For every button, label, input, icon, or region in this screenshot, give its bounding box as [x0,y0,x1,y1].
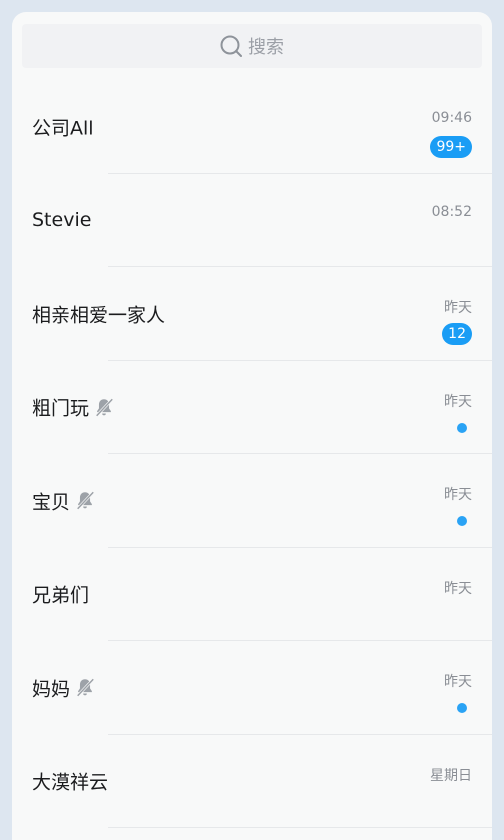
chat-row[interactable]: 宝贝 昨天 [12,454,492,548]
chat-name-text: 宝贝 [32,491,71,514]
chat-time: 08:52 [431,203,472,220]
chat-row[interactable]: 粗门玩 昨天 [12,361,492,454]
unread-badge: 99+ [430,136,472,158]
unread-dot [457,703,467,713]
chat-name: 公司All [32,113,94,140]
chat-time: 昨天 [444,674,472,690]
chat-name-text: 相亲相爱一家人 [32,304,166,327]
unread-dot [457,516,467,526]
chat-time: 09:46 [431,110,472,126]
chat-row[interactable]: 兄弟们 昨天 [12,548,492,641]
chat-list-screen: 搜索 公司All 09:46 99+ Stevie 08:52 相亲相爱一家人 昨天 12 粗门… [12,12,492,840]
chat-time: 昨天 [444,580,472,597]
chat-name: 粗门玩 [32,394,115,421]
chat-name-text: 公司All [32,117,94,140]
mute-bell-icon [93,396,115,418]
search-placeholder: 搜索 [248,37,284,58]
chat-name: 宝贝 [32,487,96,514]
chat-name: 兄弟们 [32,581,89,608]
chat-name-text: 兄弟们 [32,584,90,607]
chat-row[interactable]: 大漠祥云 星期日 [12,735,492,828]
chat-row[interactable]: 公司All 09:46 99+ [12,80,492,174]
search-icon [220,35,242,57]
chat-time: 昨天 [444,393,472,410]
row-divider [108,827,492,828]
chat-time: 昨天 [444,487,472,503]
chat-row[interactable]: 相亲相爱一家人 昨天 12 [12,267,492,361]
chat-time: 昨天 [444,300,472,316]
chat-name-text: 妈妈 [32,678,71,701]
chat-name: 大漠祥云 [32,768,108,795]
chat-row[interactable]: Stevie 08:52 [12,174,492,267]
search-bar[interactable]: 搜索 [22,24,482,68]
chat-name: 相亲相爱一家人 [32,300,165,327]
chat-list: 公司All 09:46 99+ Stevie 08:52 相亲相爱一家人 昨天 12 粗门玩 昨天… [12,80,492,828]
chat-name: Stevie [32,209,91,231]
chat-row[interactable]: 妈妈 昨天 [12,641,492,735]
unread-badge: 12 [442,323,472,345]
mute-bell-icon [74,490,96,512]
mute-bell-icon [74,677,96,699]
chat-name-text: Stevie [32,209,92,232]
unread-dot [457,422,467,433]
chat-name-text: 粗门玩 [32,397,90,420]
chat-name: 妈妈 [32,674,96,701]
chat-time: 星期日 [430,767,472,784]
chat-name-text: 大漠祥云 [32,771,109,794]
